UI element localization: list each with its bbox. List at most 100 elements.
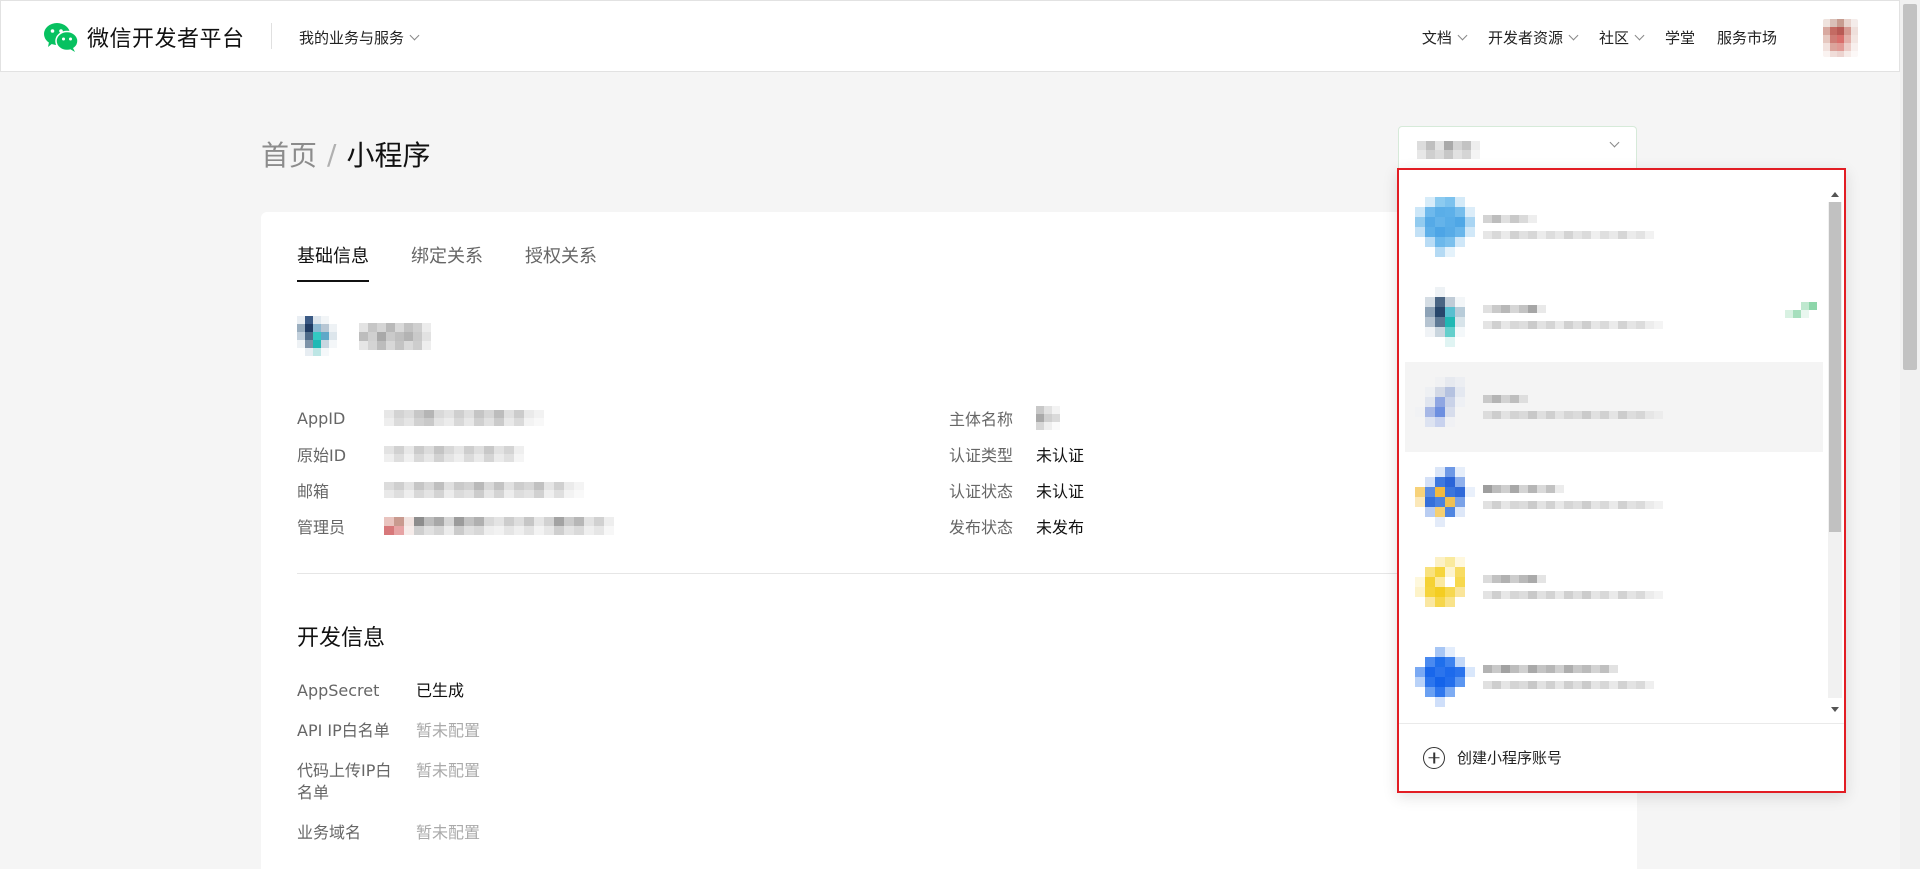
account-text-redacted — [1483, 215, 1654, 239]
dev-row-api-ip-whitelist: API IP白名单 暂未配置 — [297, 720, 480, 742]
account-avatar — [1415, 377, 1475, 437]
nav-dev-resources[interactable]: 开发者资源 — [1487, 27, 1579, 48]
dev-value: 暂未配置 — [416, 823, 481, 842]
create-mini-program-label: 创建小程序账号 — [1457, 749, 1563, 767]
brand-title: 微信开发者平台 — [87, 27, 245, 52]
original-id-value-redacted — [384, 446, 524, 462]
scroll-up-arrow-icon[interactable] — [1831, 192, 1839, 197]
dev-label: 代码上传IP白名单 — [297, 761, 392, 802]
breadcrumb-current: 小程序 — [346, 139, 431, 172]
nav-dev-resources-label: 开发者资源 — [1487, 29, 1563, 47]
info-label: AppID — [297, 408, 346, 428]
info-row-cert-status: 认证状态 未认证 — [949, 472, 1084, 508]
breadcrumb-home[interactable]: 首页 — [261, 134, 317, 174]
user-avatar[interactable] — [1823, 19, 1858, 57]
top-nav-links: 文档 开发者资源 社区 学堂 服务市场 — [1400, 27, 1777, 48]
account-list-item[interactable] — [1405, 182, 1823, 272]
tab-bar: 基础信息 绑定关系 授权关系 — [297, 242, 639, 282]
account-list-item[interactable] — [1405, 542, 1823, 632]
info-row-cert-type: 认证类型 未认证 — [949, 436, 1084, 472]
account-avatar — [1415, 647, 1475, 707]
info-row-email: 邮箱 — [297, 472, 614, 508]
admin-value-redacted — [384, 517, 614, 535]
info-row-original-id: 原始ID — [297, 436, 614, 472]
dev-value: 暂未配置 — [416, 721, 481, 740]
selected-account-redacted — [1417, 141, 1480, 159]
section-title-dev-info: 开发信息 — [297, 626, 386, 651]
account-dropdown: 创建小程序账号 — [1397, 168, 1846, 793]
info-label: 认证类型 — [949, 446, 1014, 465]
app-header — [297, 316, 431, 356]
nav-service-market[interactable]: 服务市场 — [1717, 27, 1777, 48]
account-list — [1405, 182, 1823, 720]
email-value-redacted — [384, 482, 584, 498]
chevron-down-icon — [1568, 30, 1579, 41]
create-mini-program-button[interactable]: 创建小程序账号 — [1399, 723, 1844, 791]
scroll-track[interactable] — [1828, 202, 1842, 698]
tab-basic-info[interactable]: 基础信息 — [297, 242, 369, 282]
brand[interactable]: 微信开发者平台 — [43, 21, 245, 53]
account-avatar — [1415, 287, 1475, 347]
info-value: 未认证 — [1036, 482, 1085, 501]
tab-binding[interactable]: 绑定关系 — [411, 242, 483, 282]
app-avatar — [297, 316, 337, 356]
account-list-item[interactable] — [1405, 272, 1823, 362]
dev-value: 暂未配置 — [416, 761, 481, 780]
info-label: 主体名称 — [949, 410, 1014, 429]
basic-info-right: 主体名称 认证类型 未认证 认证状态 未认证 发布状态 未发布 — [949, 400, 1084, 544]
scroll-thumb[interactable] — [1829, 202, 1841, 532]
account-avatar — [1415, 557, 1475, 617]
account-badge-redacted — [1785, 302, 1817, 318]
business-services-menu[interactable]: 我的业务与服务 — [299, 27, 420, 48]
account-text-redacted — [1483, 575, 1663, 599]
info-value: 未认证 — [1036, 446, 1085, 465]
breadcrumb-separator: / — [327, 137, 337, 171]
dev-row-business-domain: 业务域名 暂未配置 — [297, 822, 480, 844]
nav-docs-label: 文档 — [1421, 29, 1452, 47]
plus-circle-icon — [1423, 746, 1445, 769]
dev-label: 业务域名 — [297, 823, 362, 842]
info-row-appid: AppID — [297, 400, 614, 436]
info-label: 管理员 — [297, 518, 346, 537]
nav-docs[interactable]: 文档 — [1421, 27, 1468, 48]
nav-community[interactable]: 社区 — [1599, 27, 1645, 48]
top-navigation-bar: 微信开发者平台 我的业务与服务 文档 开发者资源 社区 学堂 服务市场 — [0, 0, 1900, 72]
scroll-down-arrow-icon[interactable] — [1831, 707, 1839, 712]
dev-value: 已生成 — [416, 681, 465, 700]
entity-name-value-redacted — [1036, 406, 1060, 430]
account-text-redacted — [1483, 305, 1663, 329]
dev-info-list: AppSecret 已生成 API IP白名单 暂未配置 代码上传IP白名单 暂… — [297, 680, 480, 862]
chevron-down-icon — [1457, 30, 1468, 41]
account-list-item[interactable] — [1405, 362, 1823, 452]
nav-academy-label: 学堂 — [1664, 29, 1695, 47]
tab-authorization[interactable]: 授权关系 — [525, 242, 597, 282]
page-scroll-thumb[interactable] — [1903, 4, 1917, 370]
nav-academy[interactable]: 学堂 — [1665, 27, 1695, 48]
account-avatar — [1415, 197, 1475, 257]
dropdown-scrollbar[interactable] — [1828, 188, 1842, 712]
chevron-down-icon — [1609, 137, 1620, 148]
account-list-item[interactable] — [1405, 452, 1823, 542]
info-row-admin: 管理员 — [297, 508, 614, 544]
wechat-logo-icon — [44, 23, 79, 52]
chevron-down-icon — [1634, 30, 1645, 41]
info-label: 邮箱 — [297, 482, 330, 501]
page-scrollbar[interactable] — [1900, 0, 1920, 869]
account-list-item[interactable] — [1405, 632, 1823, 720]
app-name-redacted — [359, 322, 431, 350]
info-label: 发布状态 — [949, 518, 1014, 537]
nav-service-market-label: 服务市场 — [1716, 29, 1777, 47]
divider — [271, 23, 272, 49]
breadcrumb: 首页 / 小程序 — [261, 134, 430, 174]
info-row-publish-status: 发布状态 未发布 — [949, 508, 1084, 544]
account-text-redacted — [1483, 665, 1654, 689]
info-value: 未发布 — [1036, 518, 1085, 537]
dev-row-appsecret: AppSecret 已生成 — [297, 680, 480, 702]
account-avatar — [1415, 467, 1475, 527]
account-text-redacted — [1483, 485, 1663, 509]
business-services-label: 我的业务与服务 — [299, 29, 405, 47]
dev-label: API IP白名单 — [297, 721, 390, 740]
info-label: 认证状态 — [949, 482, 1014, 501]
account-selector[interactable] — [1398, 126, 1637, 172]
account-text-redacted — [1483, 395, 1663, 419]
